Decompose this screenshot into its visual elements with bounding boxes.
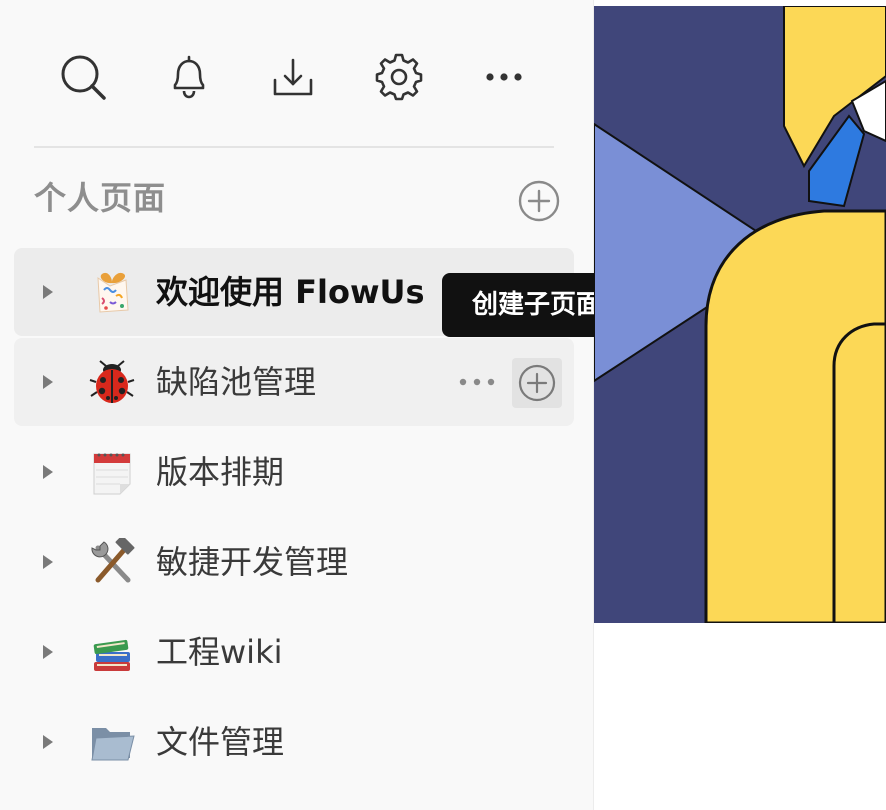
more-horizontal-icon: [459, 378, 495, 386]
sidebar: 个人页面 欢迎使用 FlowUs 缺陷池管理 版本排期 敏捷开发管理 工程wik…: [0, 0, 594, 810]
bell-icon: [173, 55, 205, 99]
page-label: 缺陷池管理: [156, 363, 317, 401]
section-title: 个人页面: [34, 179, 167, 217]
add-page-button[interactable]: [516, 178, 562, 224]
page-more-button[interactable]: [454, 362, 500, 402]
caret-right-icon[interactable]: [38, 552, 58, 572]
page-item-engineering-wiki[interactable]: 工程wiki: [14, 608, 574, 696]
page-item-release-schedule[interactable]: 版本排期: [14, 428, 574, 516]
plus-circle-icon: [518, 364, 556, 402]
page-label: 版本排期: [156, 453, 285, 491]
page-item-defect-pool[interactable]: 缺陷池管理: [14, 338, 574, 426]
caret-right-icon[interactable]: [38, 642, 58, 662]
more-horizontal-icon: [486, 73, 522, 81]
download-icon: [273, 58, 313, 96]
cover-illustration: [594, 6, 886, 623]
page-label: 欢迎使用 FlowUs: [156, 273, 425, 311]
hammer-wrench-emoji: [88, 538, 136, 586]
search-button[interactable]: [58, 52, 108, 102]
ladybug-emoji: [88, 358, 136, 406]
calendar-emoji: [88, 448, 136, 496]
toolbar-divider: [34, 146, 554, 148]
caret-right-icon[interactable]: [38, 282, 58, 302]
notifications-button[interactable]: [164, 52, 214, 102]
create-subpage-button[interactable]: [512, 358, 562, 408]
sidebar-toolbar: [0, 0, 594, 150]
gift-confetti-emoji: [88, 268, 136, 316]
download-button[interactable]: [268, 52, 318, 102]
page-label: 工程wiki: [156, 633, 283, 671]
folder-emoji: [88, 718, 136, 766]
page-item-agile-dev[interactable]: 敏捷开发管理: [14, 518, 574, 606]
caret-right-icon[interactable]: [38, 732, 58, 752]
page-label: 敏捷开发管理: [156, 543, 349, 581]
settings-button[interactable]: [374, 52, 424, 102]
gear-icon: [375, 53, 423, 101]
plus-circle-icon: [518, 180, 560, 222]
caret-right-icon[interactable]: [38, 462, 58, 482]
page-label: 文件管理: [156, 723, 285, 761]
page-item-file-management[interactable]: 文件管理: [14, 698, 574, 786]
caret-right-icon[interactable]: [38, 372, 58, 392]
search-icon: [61, 55, 106, 100]
more-button[interactable]: [479, 52, 529, 102]
books-emoji: [88, 628, 136, 676]
